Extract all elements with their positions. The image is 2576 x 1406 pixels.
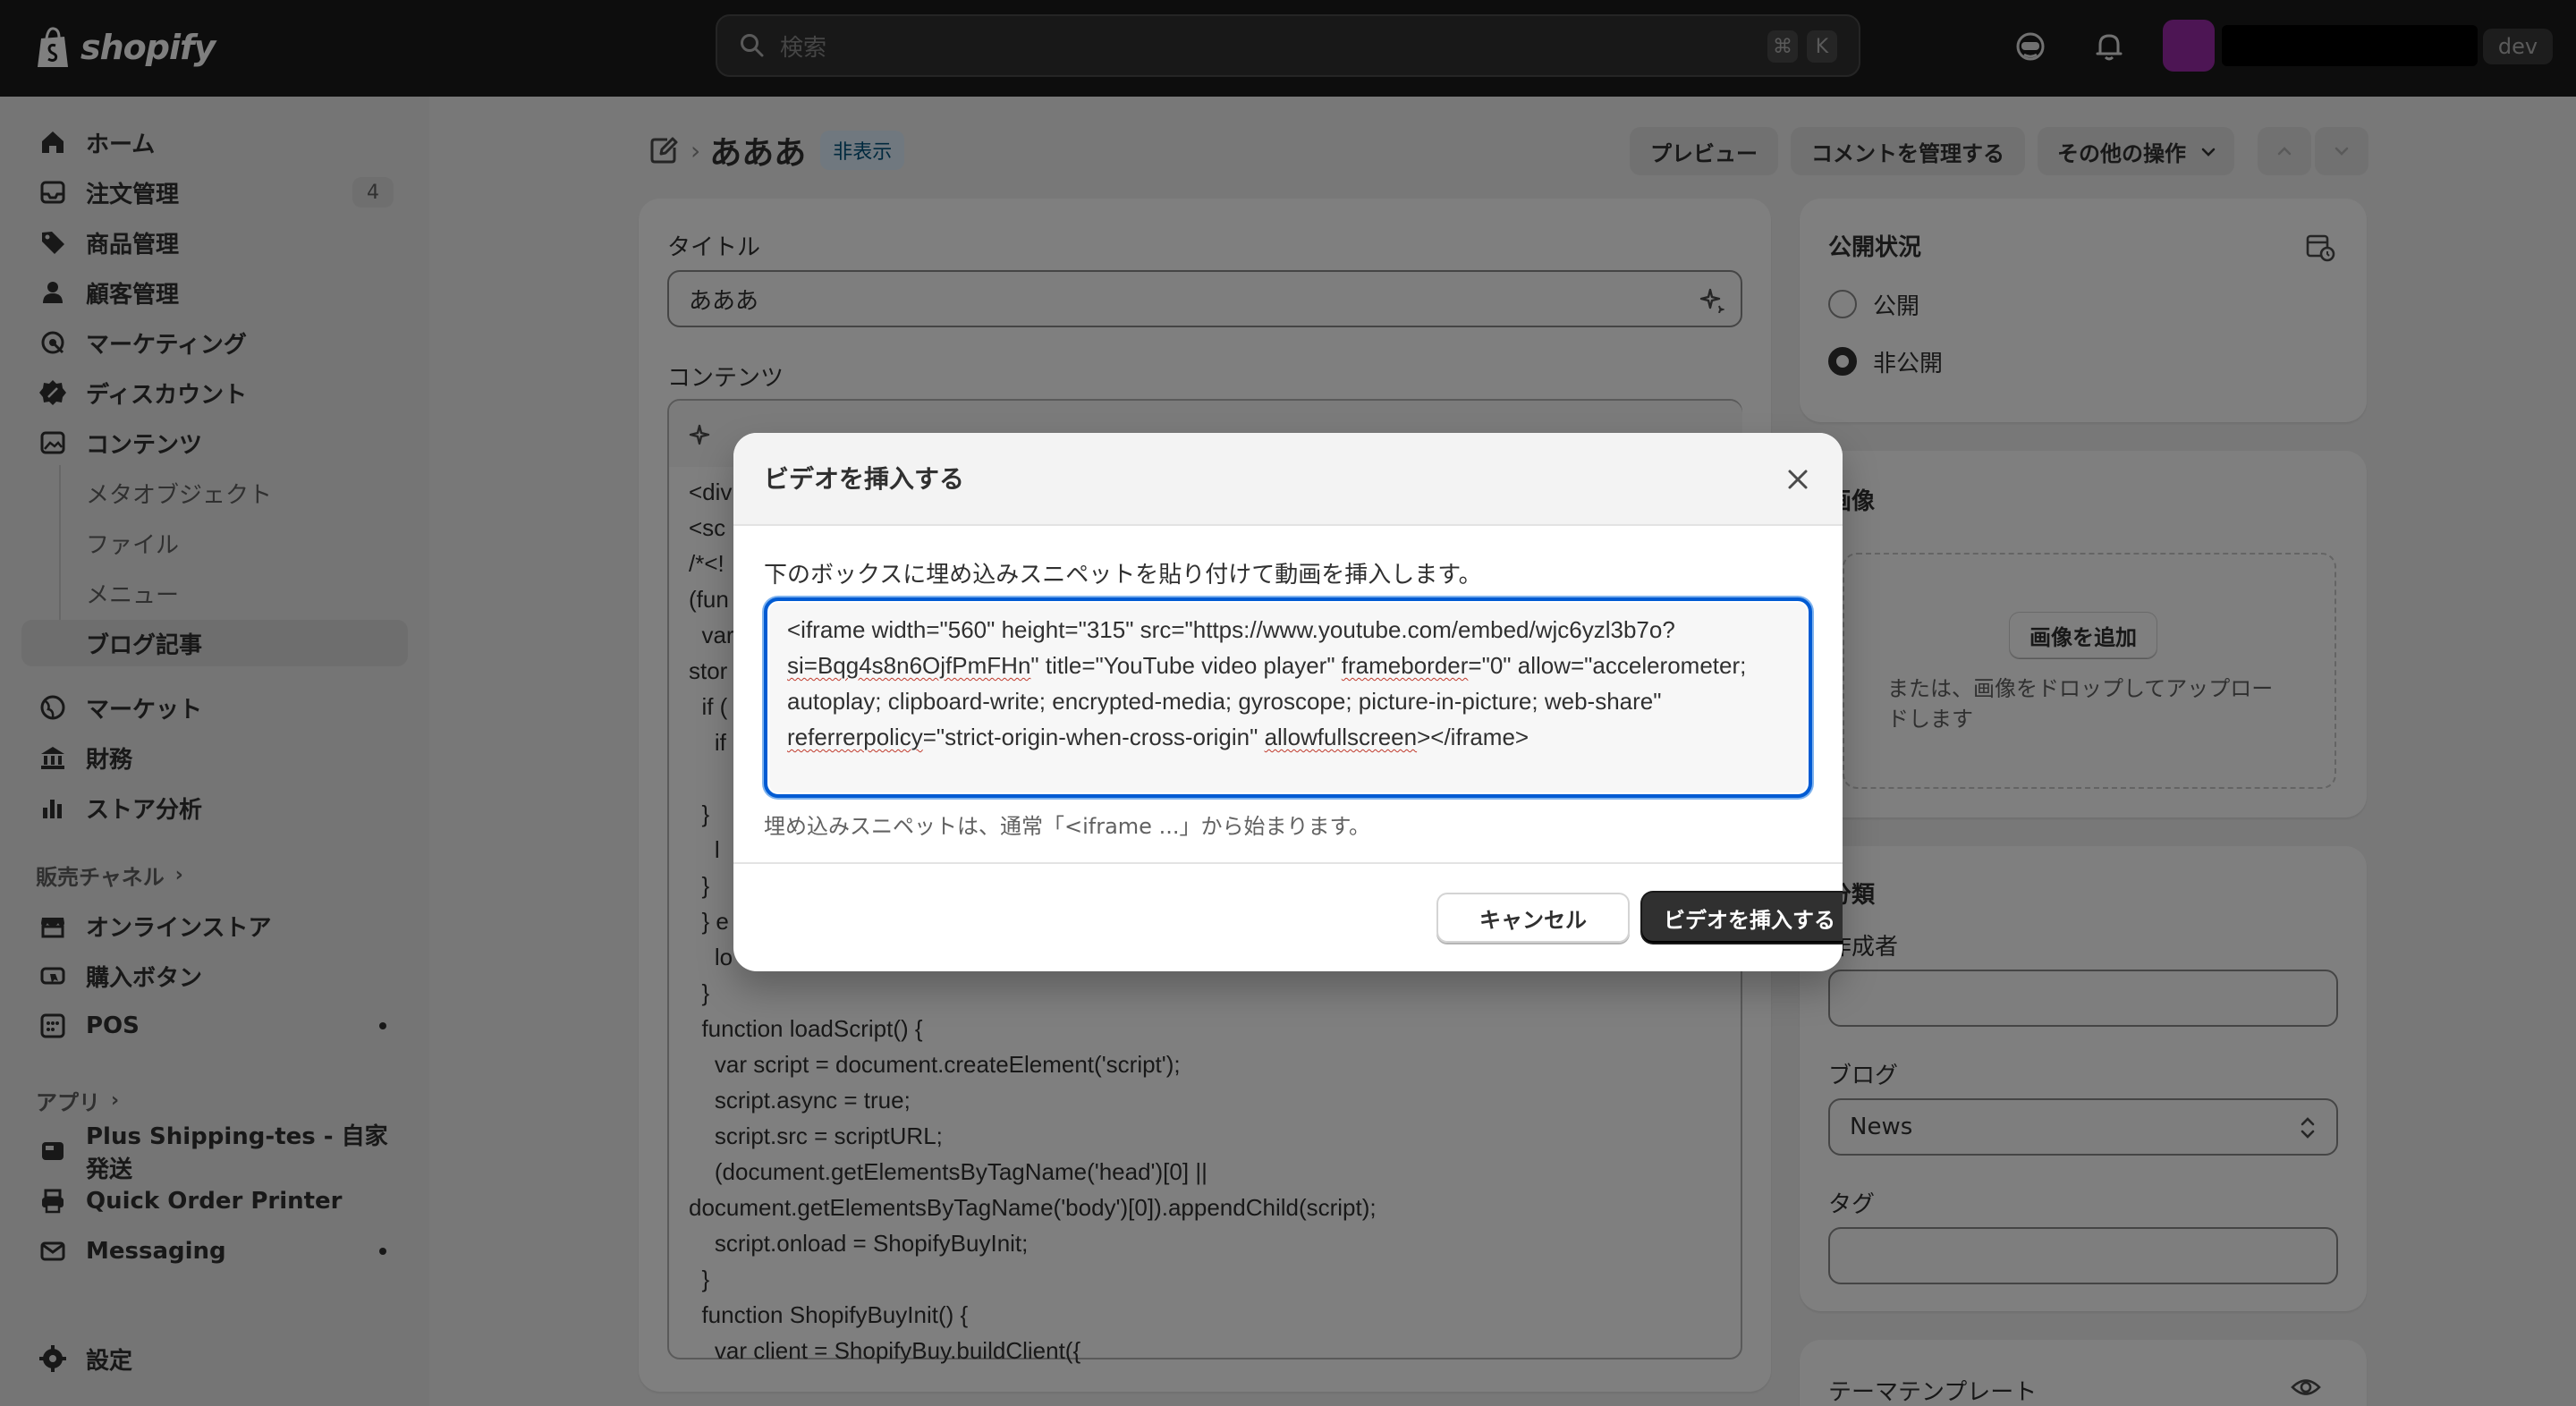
snippet-help-text: 埋め込みスニペットは、通常「<iframe ...」から始まります。 [764, 814, 1371, 839]
modal-footer-divider [733, 862, 1843, 864]
modal-header: ビデオを挿入する [733, 433, 1843, 526]
modal-description: 下のボックスに埋め込みスニペットを貼り付けて動画を挿入します。 [764, 562, 1482, 589]
snippet-text: " title="YouTube video player" [1030, 652, 1342, 679]
embed-snippet-textarea[interactable]: <iframe width="560" height="315" src="ht… [764, 597, 1812, 798]
misspelled-token: si=Bqg4s8n6OjfPmFHn [787, 652, 1031, 679]
misspelled-token: frameborder [1341, 652, 1469, 679]
modal-title: ビデオを挿入する [764, 464, 965, 494]
snippet-text: ="strict-origin-when-cross-origin" [922, 724, 1265, 750]
insert-video-modal: ビデオを挿入する 下のボックスに埋め込みスニペットを貼り付けて動画を挿入します。… [733, 433, 1843, 971]
insert-video-button[interactable]: ビデオを挿入する [1642, 893, 1843, 943]
misspelled-token: referrerpolicy [787, 724, 923, 750]
cancel-button[interactable]: キャンセル [1436, 893, 1630, 943]
snippet-text: ></iframe> [1417, 724, 1530, 750]
snippet-text: <iframe width="560" height="315" src="ht… [787, 616, 1675, 643]
misspelled-token: allowfullscreen [1264, 724, 1418, 750]
close-icon[interactable] [1782, 463, 1814, 495]
